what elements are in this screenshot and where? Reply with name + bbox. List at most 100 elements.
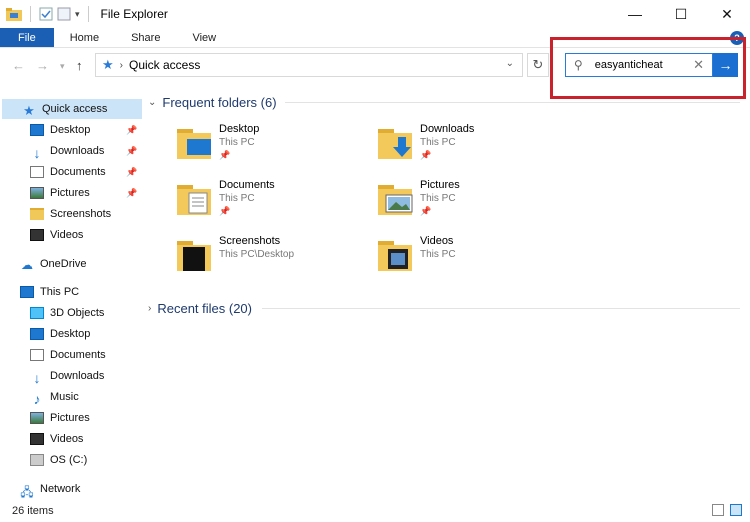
item-count: 26 items (12, 505, 54, 517)
sidebar-item-desktop[interactable]: Desktop (30, 324, 90, 344)
drive-icon (30, 454, 44, 466)
tab-file[interactable]: File (0, 28, 54, 47)
search-highlight-box (550, 37, 746, 99)
sidebar-item-os-drive[interactable]: OS (C:) (30, 450, 87, 470)
sidebar-item-documents[interactable]: Documents (30, 345, 106, 365)
chevron-right-icon: › (148, 302, 152, 314)
maximize-button[interactable]: ☐ (658, 0, 704, 28)
sidebar-item-desktop[interactable]: Desktop 📌 (30, 120, 137, 140)
sidebar-item-label: Quick access (42, 103, 108, 115)
sidebar-item-videos[interactable]: Videos (30, 225, 83, 245)
pin-icon: 📌 (420, 206, 432, 216)
address-bar[interactable]: ★ › Quick access ⌄ (95, 53, 523, 77)
refresh-icon: ↻ (532, 57, 544, 72)
folder-location: This PC (219, 193, 255, 204)
sidebar-item-pictures[interactable]: Pictures 📌 (30, 183, 137, 203)
folder-name: Downloads (420, 123, 475, 135)
frequent-folders-header[interactable]: ⌄ Frequent folders (6) (148, 92, 277, 112)
sidebar-item-label: OneDrive (40, 258, 87, 270)
properties-icon[interactable] (39, 7, 53, 21)
download-icon: ↓ (33, 370, 41, 386)
breadcrumb-chevron-icon[interactable]: › (120, 60, 123, 71)
folder-tile-documents[interactable]: Documents This PC 📌 (177, 179, 367, 229)
sidebar-item-label: 3D Objects (50, 307, 105, 319)
folder-icon[interactable] (6, 7, 22, 21)
details-view-icon[interactable] (712, 504, 724, 516)
tab-view[interactable]: View (176, 28, 232, 47)
desktop-icon (30, 124, 44, 136)
new-folder-icon[interactable] (57, 7, 71, 21)
sidebar-item-screenshots[interactable]: Screenshots (30, 204, 111, 224)
pictures-folder-icon (378, 185, 413, 215)
video-icon (30, 229, 44, 241)
tab-share[interactable]: Share (115, 28, 176, 47)
picture-icon (30, 412, 44, 424)
back-arrow-icon[interactable]: ← (12, 58, 25, 73)
pin-icon: 📌 (420, 150, 432, 160)
videos-folder-icon (378, 241, 412, 271)
sidebar-item-onedrive[interactable]: ☁ OneDrive (20, 254, 86, 274)
document-icon (30, 166, 44, 178)
sidebar-item-label: Downloads (50, 370, 105, 382)
address-dropdown-icon[interactable]: ⌄ (506, 58, 514, 69)
computer-icon (20, 286, 34, 298)
customize-toolbar-icon[interactable]: ▾ (75, 9, 80, 20)
folder-tile-pictures[interactable]: Pictures This PC 📌 (378, 179, 568, 229)
folder-name: Screenshots (219, 235, 281, 247)
music-icon: ♪ (33, 391, 41, 407)
video-icon (30, 433, 44, 445)
sidebar-item-pictures[interactable]: Pictures (30, 408, 90, 428)
close-button[interactable]: ✕ (704, 0, 750, 28)
sidebar-item-label: Videos (50, 433, 84, 445)
recent-files-header[interactable]: › Recent files (20) (148, 298, 252, 318)
sidebar-item-downloads[interactable]: ↓ Downloads 📌 (30, 141, 138, 161)
sidebar-item-network[interactable]: 🖧 Network (20, 479, 80, 499)
sidebar-item-label: Desktop (50, 124, 91, 136)
sidebar-item-this-pc[interactable]: This PC (20, 282, 79, 302)
sidebar-item-label: OS (C:) (50, 454, 88, 466)
pin-icon: 📌 (126, 187, 138, 198)
folder-location: This PC (420, 193, 456, 204)
sidebar-item-downloads[interactable]: ↓ Downloads (30, 366, 105, 386)
sidebar-item-label: Screenshots (50, 208, 112, 220)
sidebar-item-music[interactable]: ♪ Music (30, 387, 79, 407)
folder-location: This PC (219, 137, 255, 148)
folder-tile-videos[interactable]: Videos This PC (378, 235, 568, 285)
sidebar-item-3d-objects[interactable]: 3D Objects (30, 303, 104, 323)
pin-icon: 📌 (126, 124, 138, 135)
pin-icon: 📌 (126, 145, 138, 156)
screenshots-folder-icon (177, 241, 211, 271)
window-title: File Explorer (100, 7, 168, 21)
tab-home[interactable]: Home (54, 28, 115, 47)
picture-icon (30, 187, 44, 199)
folder-tile-desktop[interactable]: Desktop This PC 📌 (177, 123, 367, 173)
breadcrumb[interactable]: Quick access (129, 58, 200, 72)
section-title: Recent files (20) (157, 300, 252, 316)
pin-icon: 📌 (219, 206, 231, 216)
recent-locations-icon[interactable]: ▾ (60, 61, 65, 72)
up-arrow-icon[interactable]: ↑ (76, 58, 83, 73)
view-toggle (712, 504, 742, 516)
folder-icon (30, 208, 44, 220)
forward-arrow-icon[interactable]: → (36, 58, 49, 73)
navigation-pane: ★ Quick access Desktop 📌 ↓ Downloads 📌 D… (0, 96, 142, 499)
sidebar-item-quick-access[interactable]: ★ Quick access (2, 99, 142, 119)
folder-tile-screenshots[interactable]: Screenshots This PC\Desktop (177, 235, 367, 285)
sidebar-item-label: Network (40, 483, 81, 495)
refresh-button[interactable]: ↻ (527, 53, 549, 77)
downloads-folder-icon (378, 129, 412, 159)
star-icon: ★ (23, 103, 35, 118)
folder-name: Pictures (420, 179, 460, 191)
document-icon (30, 349, 44, 361)
folder-name: Documents (219, 179, 275, 191)
folder-tile-downloads[interactable]: Downloads This PC 📌 (378, 123, 568, 173)
minimize-button[interactable]: — (612, 0, 658, 28)
divider (285, 102, 740, 103)
sidebar-item-label: This PC (40, 286, 80, 298)
sidebar-item-videos[interactable]: Videos (30, 429, 83, 449)
quick-access-toolbar: ▾ (0, 6, 93, 22)
large-icons-view-icon[interactable] (730, 504, 742, 516)
chevron-down-icon: ⌄ (148, 96, 157, 108)
sidebar-item-documents[interactable]: Documents 📌 (30, 162, 137, 182)
toolbar-divider (87, 6, 89, 22)
